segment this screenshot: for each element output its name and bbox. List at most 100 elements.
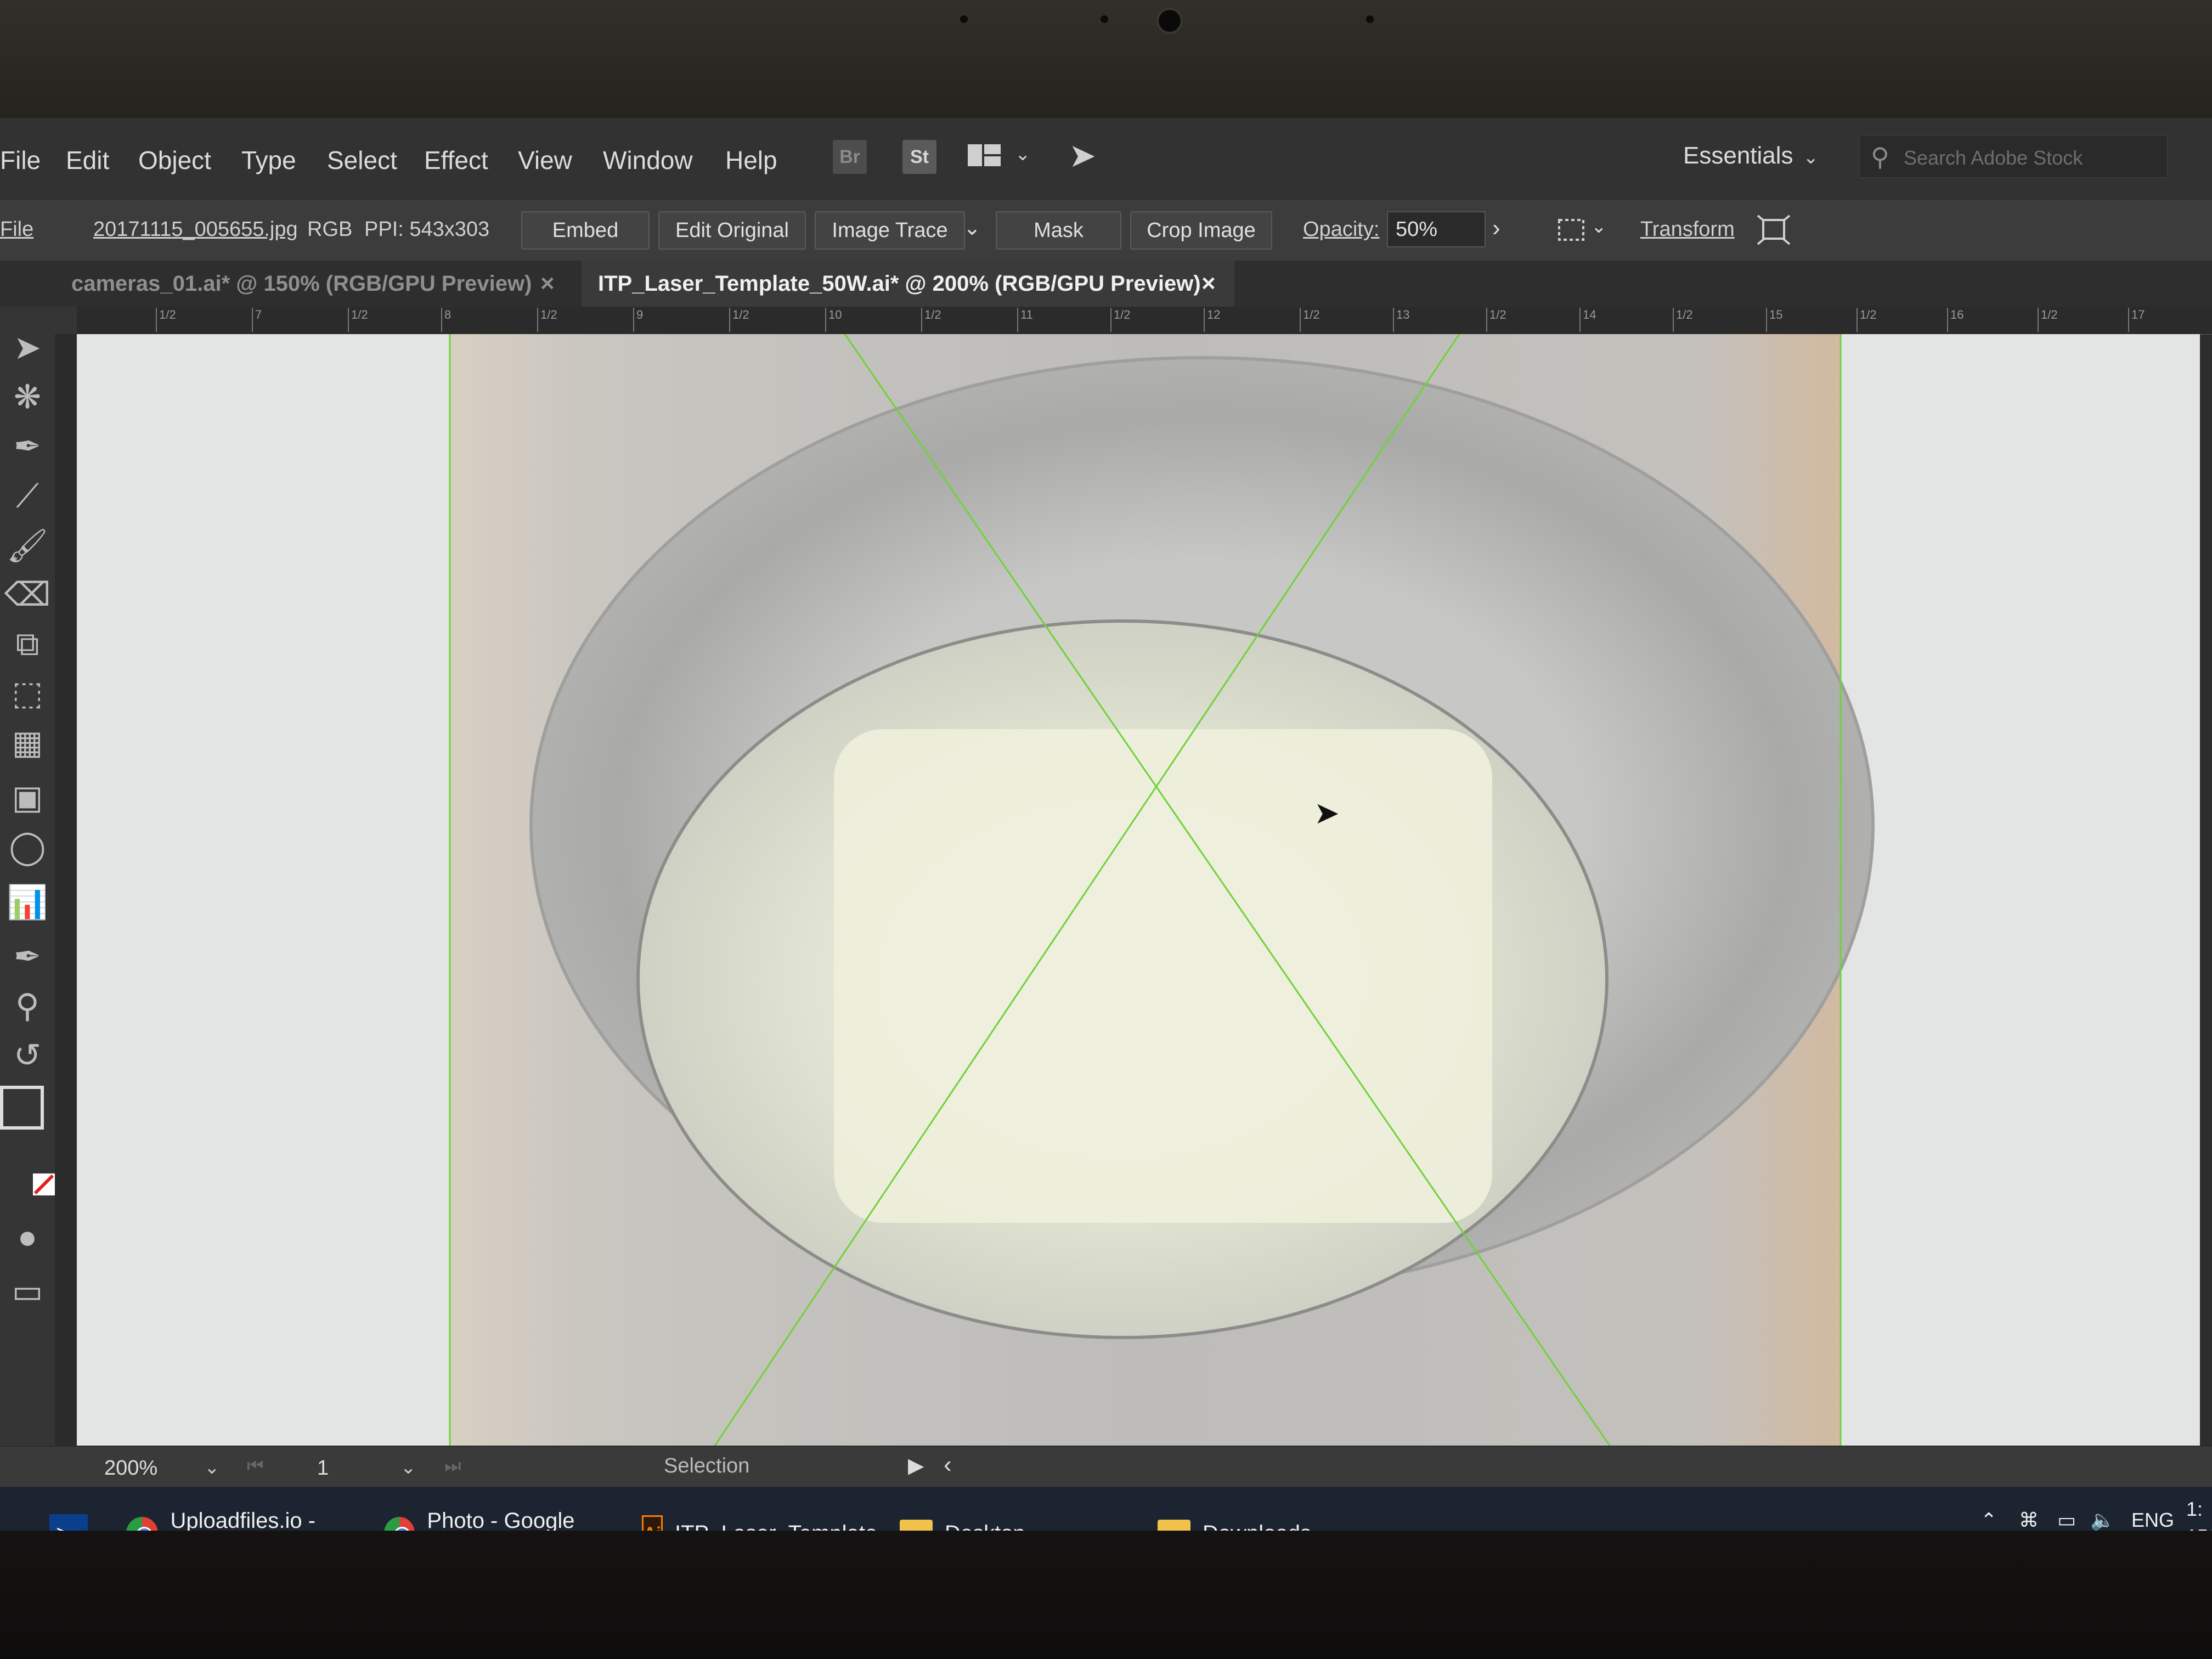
selection-tool-icon[interactable]: ➤ <box>0 329 55 367</box>
artboard-canvas[interactable]: ➤ <box>77 334 2200 1530</box>
ruler-label: 13 <box>1392 308 1410 332</box>
screen: File Edit Object Type Select Effect View… <box>0 118 2212 1649</box>
sensor-dot <box>1101 15 1108 23</box>
shape-builder-tool-icon[interactable]: ◯ <box>0 828 55 866</box>
menu-object[interactable]: Object <box>138 145 211 175</box>
workspace-switcher[interactable]: Essentials ⌄ <box>1683 142 1819 170</box>
show-hidden-icons-icon[interactable]: ⌃ <box>1980 1509 1997 1532</box>
menu-help[interactable]: Help <box>725 145 777 175</box>
menu-window[interactable]: Window <box>603 145 693 175</box>
stock-search-input[interactable]: ⚲ Search Adobe Stock <box>1859 134 2168 178</box>
pen-tool-icon[interactable]: ✒ <box>0 427 55 466</box>
file-link[interactable]: File <box>0 218 33 241</box>
gpu-performance-icon[interactable]: ➤ <box>1069 137 1096 175</box>
artboard-number[interactable]: 1 <box>317 1457 329 1480</box>
scale-tool-icon[interactable]: ⧉ <box>0 625 55 663</box>
tab-label: ITP_Laser_Template_50W.ai* @ 200% (RGB/G… <box>598 272 1201 296</box>
menu-edit[interactable]: Edit <box>66 145 109 175</box>
ruler-label: 14 <box>1579 308 1596 332</box>
ruler-label: 12 <box>1203 308 1221 332</box>
chevron-down-icon[interactable]: ⌄ <box>1591 216 1607 238</box>
stroke-swatch[interactable] <box>0 1086 44 1130</box>
free-transform-tool-icon[interactable]: ⬚ <box>0 674 55 713</box>
crop-image-button[interactable]: Crop Image <box>1130 211 1272 250</box>
chevron-down-icon[interactable]: ⌄ <box>204 1457 220 1479</box>
zoom-tool-icon[interactable]: ⚲ <box>0 987 55 1025</box>
ppi-info: PPI: 543x303 <box>364 218 490 241</box>
paintbrush-tool-icon[interactable]: 🖌 <box>0 526 55 565</box>
image-trace-button[interactable]: Image Trace <box>815 211 965 250</box>
clock-time[interactable]: 1: <box>2186 1498 2203 1521</box>
workspace-label: Essentials <box>1683 142 1793 169</box>
close-icon[interactable]: × <box>1201 261 1216 307</box>
bridge-icon[interactable]: Br <box>833 140 867 174</box>
vertical-ruler <box>55 334 77 1530</box>
menu-select[interactable]: Select <box>327 145 397 175</box>
isolate-object-icon[interactable] <box>1756 213 1792 246</box>
opacity-label[interactable]: Opacity: <box>1303 218 1379 241</box>
first-artboard-icon[interactable]: ⏮ <box>247 1455 264 1477</box>
menu-file[interactable]: File <box>0 145 41 175</box>
menu-view[interactable]: View <box>518 145 572 175</box>
image-trace-chevron-icon[interactable]: ⌄ <box>963 216 981 240</box>
gradient-tool-icon[interactable]: ▣ <box>0 778 55 817</box>
mouse-cursor-icon: ➤ <box>1314 795 1340 830</box>
next-artboard-icon[interactable]: ⏭ <box>444 1455 461 1477</box>
volume-icon[interactable]: 🔈 <box>2090 1509 2115 1532</box>
embed-button[interactable]: Embed <box>521 211 650 250</box>
screen-mode-icon[interactable]: ▭ <box>0 1272 55 1311</box>
ruler-label: 9 <box>633 308 644 332</box>
webcam-lens <box>1156 8 1183 34</box>
chevron-left-icon[interactable]: ‹ <box>944 1451 952 1479</box>
battery-icon[interactable]: ▭ <box>2057 1509 2076 1532</box>
wifi-icon[interactable]: ⌘ <box>2019 1509 2039 1532</box>
input-language[interactable]: ENG <box>2131 1509 2174 1532</box>
search-icon: ⚲ <box>1871 143 1889 171</box>
close-icon[interactable]: × <box>540 261 555 307</box>
zoom-level[interactable]: 200% <box>104 1457 157 1480</box>
menu-type[interactable]: Type <box>241 145 296 175</box>
linked-filename[interactable]: 20171115_005655.jpg <box>93 218 298 241</box>
tab-itp-laser-template[interactable]: ITP_Laser_Template_50W.ai* @ 200% (RGB/G… <box>582 261 1234 307</box>
draw-mode-icon[interactable]: ● <box>0 1217 55 1256</box>
tab-label: cameras_01.ai* @ 150% (RGB/GPU Preview) <box>71 272 532 296</box>
ruler-label: 1/2 <box>1673 308 1693 332</box>
chevron-down-icon[interactable]: ⌄ <box>400 1457 416 1479</box>
ruler-label: 1/2 <box>1857 308 1877 332</box>
graph-tool-icon[interactable]: 📊 <box>0 883 55 921</box>
ruler-label: 1/2 <box>921 308 941 332</box>
color-mode: RGB <box>307 218 353 241</box>
chevron-down-icon[interactable]: ⌄ <box>1015 143 1031 165</box>
ruler-label: 15 <box>1765 308 1783 332</box>
chevron-right-icon[interactable]: › <box>1492 215 1500 242</box>
ruler-label: 1/2 <box>537 308 557 332</box>
ruler-label: 1/2 <box>1486 308 1506 332</box>
swap-fill-stroke-icon[interactable]: ↺ <box>0 1036 55 1075</box>
document-tabs: cameras_01.ai* @ 150% (RGB/GPU Preview) … <box>0 261 2212 307</box>
perspective-grid-tool-icon[interactable]: ▦ <box>0 724 55 762</box>
ruler-label: 11 <box>1017 308 1033 332</box>
opacity-input[interactable]: 50% <box>1387 211 1486 247</box>
stock-icon[interactable]: St <box>902 140 936 174</box>
play-icon[interactable]: ▶ <box>908 1453 924 1478</box>
none-swatch-icon[interactable] <box>33 1173 55 1195</box>
sensor-dot <box>1366 15 1374 23</box>
menu-effect[interactable]: Effect <box>424 145 488 175</box>
transform-link[interactable]: Transform <box>1640 218 1735 241</box>
mask-button[interactable]: Mask <box>996 211 1121 250</box>
curvature-tool-icon[interactable]: ❋ <box>0 378 55 416</box>
search-placeholder: Search Adobe Stock <box>1904 146 2083 169</box>
line-tool-icon[interactable]: ⟋ <box>0 477 55 515</box>
arrange-documents-icon[interactable] <box>967 141 1003 170</box>
eyedropper-tool-icon[interactable]: ✒ <box>0 938 55 976</box>
tab-cameras[interactable]: cameras_01.ai* @ 150% (RGB/GPU Preview) … <box>60 261 571 307</box>
chevron-down-icon: ⌄ <box>1803 147 1819 168</box>
align-selection-icon[interactable] <box>1557 217 1590 244</box>
eraser-tool-icon[interactable]: ⌫ <box>0 575 55 614</box>
selection-guides <box>449 334 1842 1530</box>
menu-bar: File Edit Object Type Select Effect View… <box>0 118 2212 201</box>
edit-original-button[interactable]: Edit Original <box>658 211 806 250</box>
current-tool-status[interactable]: Selection <box>664 1454 749 1478</box>
monitor-bezel-top <box>0 0 2212 118</box>
monitor-bezel-bottom <box>0 1531 2212 1659</box>
